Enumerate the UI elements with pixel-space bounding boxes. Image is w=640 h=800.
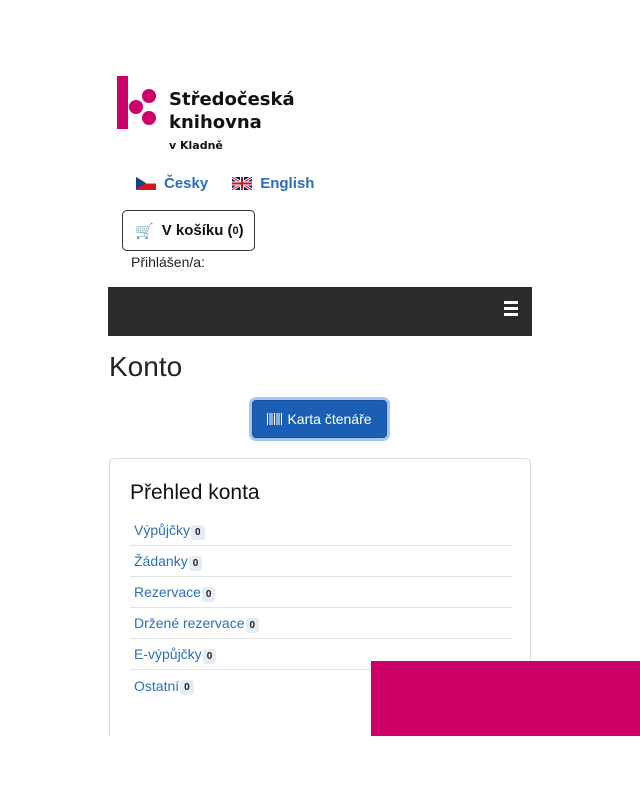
- pink-overlay-block: [371, 661, 640, 736]
- uk-flag-icon: [232, 177, 253, 190]
- lang-link-english[interactable]: English: [232, 175, 314, 192]
- lang-link-czech[interactable]: Česky: [136, 175, 208, 192]
- logo-dot-mark: [142, 111, 156, 125]
- requests-link[interactable]: Žádanky: [134, 553, 188, 569]
- account-overview-title: Přehled konta: [130, 481, 260, 504]
- hamburger-icon[interactable]: [504, 301, 518, 316]
- count-badge: 0: [191, 524, 205, 540]
- held-reservations-link[interactable]: Držené rezervace: [134, 615, 245, 631]
- list-item: Žádanky 0: [130, 546, 512, 577]
- logo-dot-mark: [129, 100, 143, 114]
- e-loans-link[interactable]: E-výpůjčky: [134, 646, 202, 662]
- list-item: Držené rezervace 0: [130, 608, 512, 639]
- cart-label-close: ): [238, 222, 244, 239]
- library-logo[interactable]: Středočeská knihovna v Kladně: [117, 76, 317, 156]
- cart-icon: 🛒: [135, 222, 154, 240]
- reader-card-button[interactable]: Karta čtenáře: [252, 400, 387, 438]
- lang-label-czech: Česky: [164, 175, 209, 192]
- count-badge: 0: [202, 648, 217, 664]
- logo-dot-mark: [142, 89, 156, 103]
- bottom-mask: [0, 736, 640, 800]
- count-badge: 0: [201, 586, 216, 602]
- logo-bar-mark: [117, 76, 128, 129]
- reader-card-label: Karta čtenáře: [287, 411, 372, 427]
- language-switcher: Česky English: [136, 175, 338, 192]
- main-navbar: [108, 287, 532, 336]
- logo-name: Středočeská knihovna: [169, 88, 329, 134]
- cz-flag-icon: [136, 177, 156, 190]
- cart-label: V košíku (: [161, 222, 233, 239]
- lang-label-english: English: [260, 175, 315, 192]
- cart-button[interactable]: 🛒 V košíku (0): [122, 210, 255, 251]
- count-badge: 0: [188, 555, 203, 571]
- reservations-link[interactable]: Rezervace: [134, 584, 201, 600]
- logo-subtitle: v Kladně: [169, 139, 223, 152]
- count-badge: 0: [245, 617, 260, 633]
- page-title: Konto: [109, 351, 183, 382]
- logged-in-label: Přihlášen/a:: [131, 254, 205, 270]
- list-item: Výpůjčky 0: [130, 515, 512, 546]
- other-link[interactable]: Ostatní: [134, 678, 179, 694]
- count-badge: 0: [180, 680, 194, 695]
- logo-name-line1: Středočeská: [169, 89, 295, 110]
- logo-name-line2: knihovna: [169, 112, 262, 133]
- barcode-icon: [267, 413, 284, 425]
- loans-link[interactable]: Výpůjčky: [134, 522, 190, 538]
- list-item: Rezervace 0: [130, 577, 512, 608]
